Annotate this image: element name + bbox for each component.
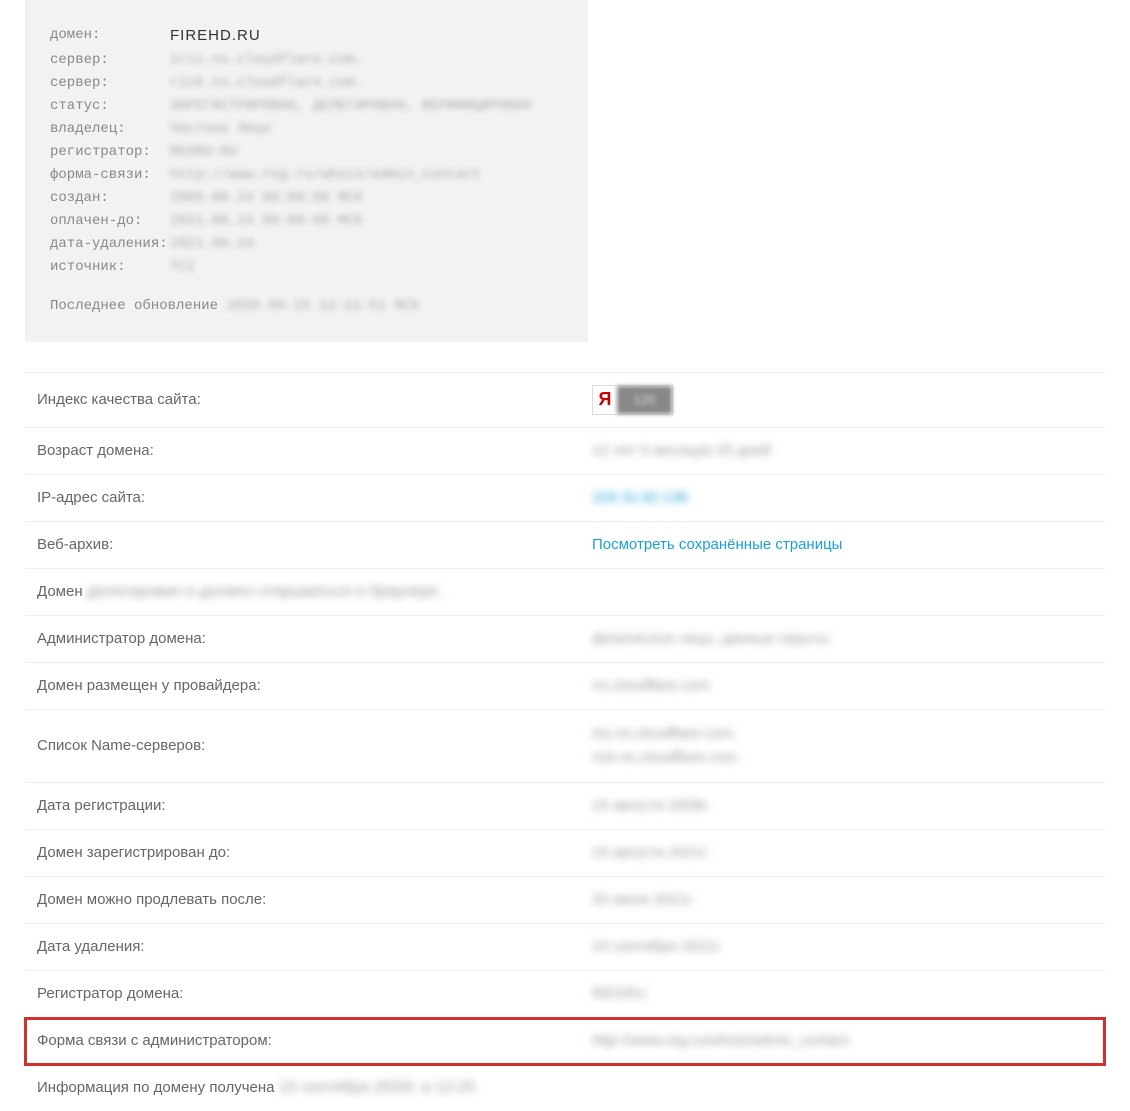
- registrar-value: REGRU: [592, 985, 646, 1002]
- domain-status-prefix: Домен: [37, 583, 87, 600]
- provider-value: ns.cloudflare.com: [592, 677, 710, 694]
- domain-age-value: 12 лет 0 месяцев 25 дней: [592, 442, 771, 459]
- provider-row: Домен размещен у провайдера: ns.cloudfla…: [25, 663, 1105, 710]
- info-footer-prefix: Информация по домену получена: [37, 1079, 279, 1096]
- registrar-label: Регистратор домена:: [37, 985, 592, 1002]
- webarchive-link[interactable]: Посмотреть сохранённые страницы: [592, 536, 842, 553]
- webarchive-row: Веб-архив: Посмотреть сохранённые страни…: [25, 522, 1105, 569]
- contact-form-row: Форма связи с администратором: http://ww…: [25, 1018, 1105, 1065]
- quality-index-row: Индекс качества сайта: Я 120: [25, 372, 1105, 428]
- whois-domain-value: FIREHD.RU: [170, 25, 261, 48]
- yandex-badge: Я 120: [592, 385, 673, 415]
- yandex-score: 120: [617, 386, 672, 414]
- reg-date-label: Дата регистрации:: [37, 797, 592, 814]
- whois-source-value: TCI: [170, 257, 195, 278]
- info-footer-text: Информация по домену получена 15 сентябр…: [37, 1079, 475, 1097]
- whois-domain-row: домен: FIREHD.RU: [50, 25, 563, 48]
- contact-form-label: Форма связи с администратором:: [37, 1032, 592, 1049]
- whois-raw-box: домен: FIREHD.RU сервер: iris.ns.cloudfl…: [25, 0, 588, 342]
- quality-index-value: Я 120: [592, 385, 673, 415]
- whois-registrar-value: REGRU-RU: [170, 142, 237, 163]
- admin-row: Администратор домена: физическое лицо, д…: [25, 616, 1105, 663]
- ns-value-1: iris.ns.cloudflare.com.: [592, 722, 741, 746]
- delete-date-row: Дата удаления: 24 сентября 2021г.: [25, 924, 1105, 971]
- admin-label: Администратор домена:: [37, 630, 592, 647]
- provider-label: Домен размещен у провайдера:: [37, 677, 592, 694]
- renew-after-value: 25 июня 2021г.: [592, 891, 694, 908]
- webarchive-label: Веб-архив:: [37, 536, 592, 553]
- whois-owner-label: владелец:: [50, 119, 170, 140]
- whois-owner-row: владелец: Частное Лицо: [50, 119, 563, 140]
- ns-list-label: Список Name-серверов:: [37, 737, 592, 754]
- ns-value-2: rick.ns.cloudflare.com.: [592, 746, 741, 770]
- whois-paid-till-row: оплачен-до: 2021.08.24 00:00:00 МСК: [50, 211, 563, 232]
- whois-domain-label: домен:: [50, 25, 170, 48]
- whois-status-label: статус:: [50, 96, 170, 117]
- ip-address-value[interactable]: 104.31.82.136: [592, 489, 688, 506]
- reg-until-label: Домен зарегистрирован до:: [37, 844, 592, 861]
- whois-server1-value: iris.ns.cloudflare.com.: [170, 50, 363, 71]
- info-footer-date: 15 сентября 2020г. в 12:25: [279, 1079, 475, 1096]
- delete-date-label: Дата удаления:: [37, 938, 592, 955]
- whois-status-value: ЗАРЕГИСТРИРОВАН, ДЕЛЕГИРОВАН, ВЕРИФИЦИРО…: [170, 96, 531, 117]
- renew-after-row: Домен можно продлевать после: 25 июня 20…: [25, 877, 1105, 924]
- domain-status-value: делегирован и должен открываться в брауз…: [87, 583, 442, 600]
- yandex-logo-icon: Я: [593, 386, 617, 414]
- ns-list-row: Список Name-серверов: iris.ns.cloudflare…: [25, 710, 1105, 783]
- whois-source-label: источник:: [50, 257, 170, 278]
- whois-owner-value: Частное Лицо: [170, 119, 271, 140]
- contact-form-value: http://www.reg.ru/whois/admin_contact: [592, 1032, 849, 1049]
- registrar-row: Регистратор домена: REGRU: [25, 971, 1105, 1018]
- whois-server1-label: сервер:: [50, 50, 170, 71]
- whois-registrar-row: регистратор: REGRU-RU: [50, 142, 563, 163]
- domain-age-label: Возраст домена:: [37, 442, 592, 459]
- whois-server2-value: rick.ns.cloudflare.com.: [170, 73, 363, 94]
- whois-status-row: статус: ЗАРЕГИСТРИРОВАН, ДЕЛЕГИРОВАН, ВЕ…: [50, 96, 563, 117]
- whois-created-label: создан:: [50, 188, 170, 209]
- reg-date-row: Дата регистрации: 24 августа 2008г.: [25, 783, 1105, 830]
- whois-footer-date: 2020.09.15 12:21:51 МСК: [226, 298, 419, 314]
- whois-footer: Последнее обновление 2020.09.15 12:21:51…: [50, 296, 563, 317]
- domain-info-table: Индекс качества сайта: Я 120 Возраст дом…: [25, 372, 1105, 1111]
- info-footer-row: Информация по домену получена 15 сентябр…: [25, 1065, 1105, 1111]
- reg-until-value: 24 августа 2021г.: [592, 844, 710, 861]
- whois-contact-form-row: форма-связи: http://www.reg.ru/whois/adm…: [50, 165, 563, 186]
- whois-server2-label: сервер:: [50, 73, 170, 94]
- whois-delete-date-row: дата-удаления: 2021.09.24: [50, 234, 563, 255]
- whois-created-value: 2008.08.24 00:00:00 МСК: [170, 188, 363, 209]
- domain-status-row: Домен делегирован и должен открываться в…: [25, 569, 1105, 616]
- ip-address-label: IP-адрес сайта:: [37, 489, 592, 506]
- reg-date-value: 24 августа 2008г.: [592, 797, 710, 814]
- whois-registrar-label: регистратор:: [50, 142, 170, 163]
- whois-paid-till-label: оплачен-до:: [50, 211, 170, 232]
- domain-age-row: Возраст домена: 12 лет 0 месяцев 25 дней: [25, 428, 1105, 475]
- whois-paid-till-value: 2021.08.24 00:00:00 МСК: [170, 211, 363, 232]
- delete-date-value: 24 сентября 2021г.: [592, 938, 722, 955]
- whois-server2-row: сервер: rick.ns.cloudflare.com.: [50, 73, 563, 94]
- ns-list-value: iris.ns.cloudflare.com. rick.ns.cloudfla…: [592, 722, 741, 770]
- whois-server1-row: сервер: iris.ns.cloudflare.com.: [50, 50, 563, 71]
- whois-delete-date-label: дата-удаления:: [50, 234, 170, 255]
- quality-index-label: Индекс качества сайта:: [37, 391, 592, 408]
- reg-until-row: Домен зарегистрирован до: 24 августа 202…: [25, 830, 1105, 877]
- ip-address-row: IP-адрес сайта: 104.31.82.136: [25, 475, 1105, 522]
- whois-contact-form-value: http://www.reg.ru/whois/admin_contact: [170, 165, 481, 186]
- whois-source-row: источник: TCI: [50, 257, 563, 278]
- renew-after-label: Домен можно продлевать после:: [37, 891, 592, 908]
- admin-value: физическое лицо, данные скрыты: [592, 630, 829, 647]
- whois-created-row: создан: 2008.08.24 00:00:00 МСК: [50, 188, 563, 209]
- whois-contact-form-label: форма-связи:: [50, 165, 170, 186]
- whois-delete-date-value: 2021.09.24: [170, 234, 254, 255]
- domain-status-text: Домен делегирован и должен открываться в…: [37, 583, 442, 601]
- whois-footer-text: Последнее обновление: [50, 298, 226, 314]
